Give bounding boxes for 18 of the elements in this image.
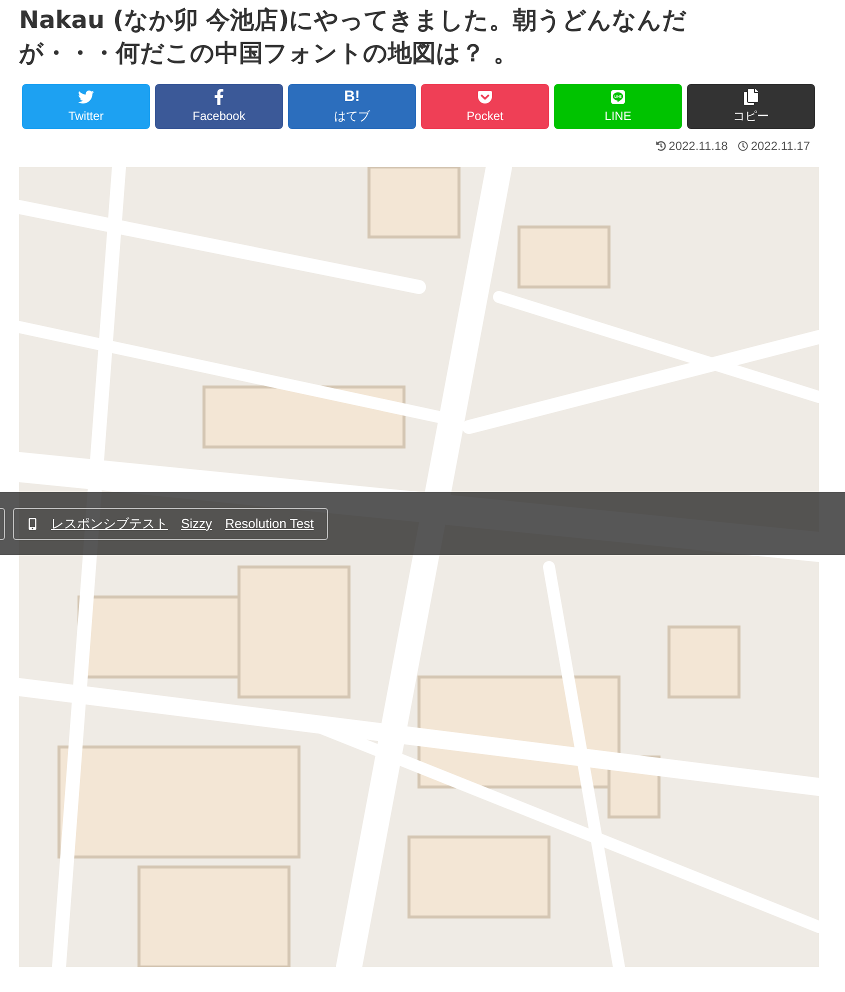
test-link[interactable]: レスポンシブテスト — [51, 514, 168, 534]
article-title: Nakau (なか卯 今池店)にやってきました。朝うどんなんだが・・・何だこの中国フォントの地図は？ 。 — [19, 5, 688, 69]
date-text: 2022.11.18 — [668, 138, 728, 155]
pocket-icon — [477, 88, 493, 104]
share-button[interactable]: Facebook — [155, 84, 283, 129]
share-button[interactable]: コピー — [687, 84, 815, 129]
share-button[interactable]: Pocket — [421, 84, 549, 129]
bar-panel — [0, 508, 5, 540]
history-icon — [656, 141, 666, 151]
phone-icon — [27, 518, 38, 530]
speech-bubble-icon — [610, 88, 626, 104]
test-link[interactable]: Resolution Test — [225, 514, 314, 534]
date-text: 2022.11.17 — [750, 138, 810, 155]
share-button[interactable]: B! はてブ — [288, 84, 416, 129]
clock-icon — [738, 141, 748, 151]
copy-icon — [743, 88, 759, 104]
bird-icon — [78, 88, 94, 104]
test-link[interactable]: Sizzy — [181, 514, 212, 534]
